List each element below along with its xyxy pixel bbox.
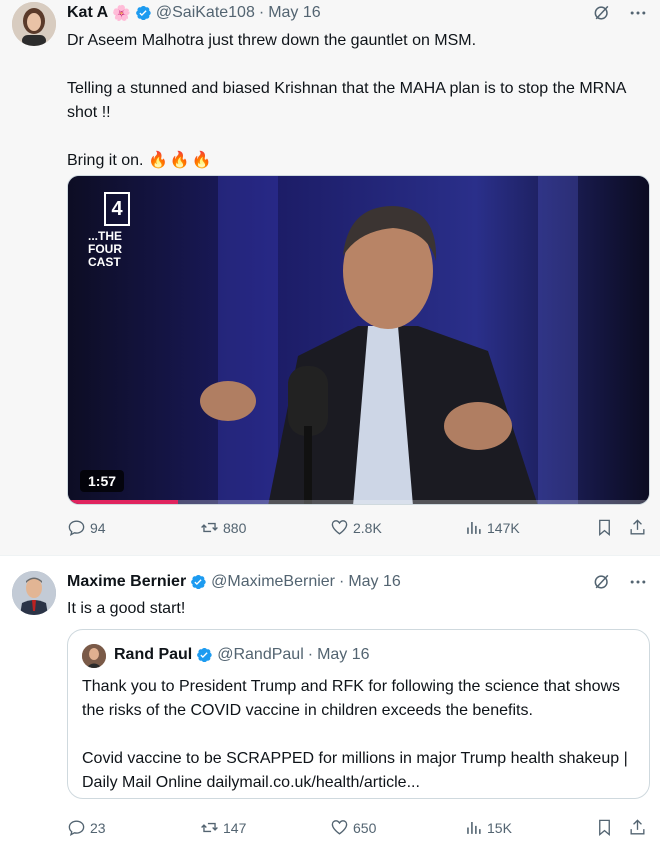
- video-player[interactable]: 4 ...THE FOUR CAST 1:57: [67, 175, 650, 505]
- quoted-tweet-date: May 16: [317, 646, 370, 663]
- header-actions: [592, 3, 648, 23]
- reply-count: 94: [90, 519, 106, 536]
- tweet-text-line: Dr Aseem Malhotra just threw down the ga…: [67, 32, 477, 49]
- verified-badge-icon: [191, 574, 206, 590]
- like-button[interactable]: 2.8K: [330, 518, 382, 537]
- action-bar: 94 880 2.8K 147K: [67, 518, 650, 542]
- share-button[interactable]: [628, 818, 647, 837]
- video-frame: [68, 176, 649, 504]
- tweet-header: Maxime Bernier @MaximeBernier · May 16: [67, 570, 401, 594]
- verified-badge-icon: [197, 647, 212, 663]
- views-button[interactable]: 15K: [464, 818, 512, 837]
- bookmark-button[interactable]: [595, 818, 614, 837]
- channel-logo-text: 4: [111, 198, 123, 220]
- views-count: 15K: [487, 819, 512, 836]
- repost-icon: [201, 522, 218, 533]
- tweet-header: Kat A 🌸 @SaiKate108 · May 16: [67, 1, 321, 25]
- quoted-author-name[interactable]: Rand Paul: [114, 646, 192, 664]
- tweet-text-line: Telling a stunned and biased Krishnan th…: [67, 80, 626, 121]
- share-button[interactable]: [628, 518, 647, 537]
- author-handle[interactable]: @MaximeBernier: [211, 573, 335, 591]
- header-actions: [592, 572, 648, 592]
- author-name[interactable]: Maxime Bernier: [67, 573, 186, 591]
- avatar[interactable]: [12, 2, 56, 46]
- repost-button[interactable]: 880: [200, 518, 246, 537]
- heart-icon: [331, 520, 348, 535]
- author-name[interactable]: Kat A: [67, 4, 108, 22]
- video-progress-bar[interactable]: [68, 500, 649, 504]
- views-button[interactable]: 147K: [464, 518, 520, 537]
- repost-count: 147: [223, 819, 247, 836]
- video-progress-fill: [68, 500, 179, 504]
- quoted-tweet-text: Thank you to President Trump and RFK for…: [82, 675, 632, 795]
- bookmark-icon: [599, 819, 610, 837]
- grok-icon[interactable]: [592, 572, 612, 592]
- author-handle[interactable]: @SaiKate108: [156, 4, 255, 22]
- separator-dot: ·: [339, 573, 345, 590]
- repost-icon: [201, 822, 218, 833]
- views-icon: [467, 521, 481, 534]
- separator-dot: ·: [307, 646, 314, 663]
- like-count: 650: [353, 819, 377, 836]
- tweet-text-line: [67, 125, 642, 149]
- reply-icon: [68, 520, 85, 536]
- tweet-kat-a[interactable]: Kat A 🌸 @SaiKate108 · May 16 Dr Aseem Ma…: [0, 0, 660, 555]
- reply-button[interactable]: 94: [67, 518, 106, 537]
- quoted-text-line: [82, 723, 632, 747]
- reply-icon: [68, 820, 85, 836]
- share-icon: [630, 819, 645, 835]
- views-icon: [467, 821, 481, 834]
- reply-button[interactable]: 23: [67, 818, 106, 837]
- bookmark-icon: [599, 519, 610, 537]
- more-icon[interactable]: [628, 572, 648, 592]
- tweet-maxime-bernier[interactable]: Maxime Bernier @MaximeBernier · May 16 I…: [0, 556, 660, 842]
- quoted-tweet[interactable]: Rand Paul @RandPaul · May 16 Thank you t…: [67, 629, 650, 799]
- tweet-date[interactable]: May 16: [348, 573, 400, 591]
- repost-button[interactable]: 147: [200, 818, 246, 837]
- heart-icon: [331, 820, 348, 835]
- views-count: 147K: [487, 519, 520, 536]
- avatar[interactable]: [12, 571, 56, 615]
- separator-dot: ·: [258, 4, 265, 21]
- action-bar: 23 147 650 15K: [67, 818, 650, 842]
- flower-emoji: 🌸: [112, 5, 131, 22]
- tweet-text: Dr Aseem Malhotra just threw down the ga…: [67, 29, 642, 173]
- tweet-text-line: Bring it on. 🔥🔥🔥: [67, 149, 642, 173]
- channel-logo: 4: [104, 192, 130, 226]
- share-icon: [630, 519, 645, 535]
- verified-badge-icon: [136, 5, 151, 21]
- more-icon[interactable]: [628, 3, 648, 23]
- video-duration: 1:57: [80, 470, 125, 492]
- quoted-author-handle: @RandPaul: [217, 646, 304, 663]
- bookmark-button[interactable]: [595, 518, 614, 537]
- reply-count: 23: [90, 819, 106, 836]
- quoted-tweet-header: Rand Paul @RandPaul · May 16: [114, 646, 370, 664]
- quoted-text-line: Covid vaccine to be SCRAPPED for million…: [82, 750, 628, 791]
- like-count: 2.8K: [353, 519, 382, 536]
- grok-icon[interactable]: [592, 3, 612, 23]
- fire-emoji: 🔥🔥🔥: [147, 152, 214, 169]
- show-title: ...THE FOUR CAST: [88, 229, 123, 269]
- like-button[interactable]: 650: [330, 818, 376, 837]
- avatar[interactable]: [82, 644, 106, 668]
- tweet-text-last: Bring it on.: [67, 152, 144, 169]
- tweet-text: It is a good start!: [67, 600, 186, 617]
- tweet-text-line: [67, 53, 642, 77]
- tweet-date[interactable]: May 16: [268, 4, 320, 22]
- repost-count: 880: [223, 519, 247, 536]
- quoted-text-line: Thank you to President Trump and RFK for…: [82, 678, 621, 719]
